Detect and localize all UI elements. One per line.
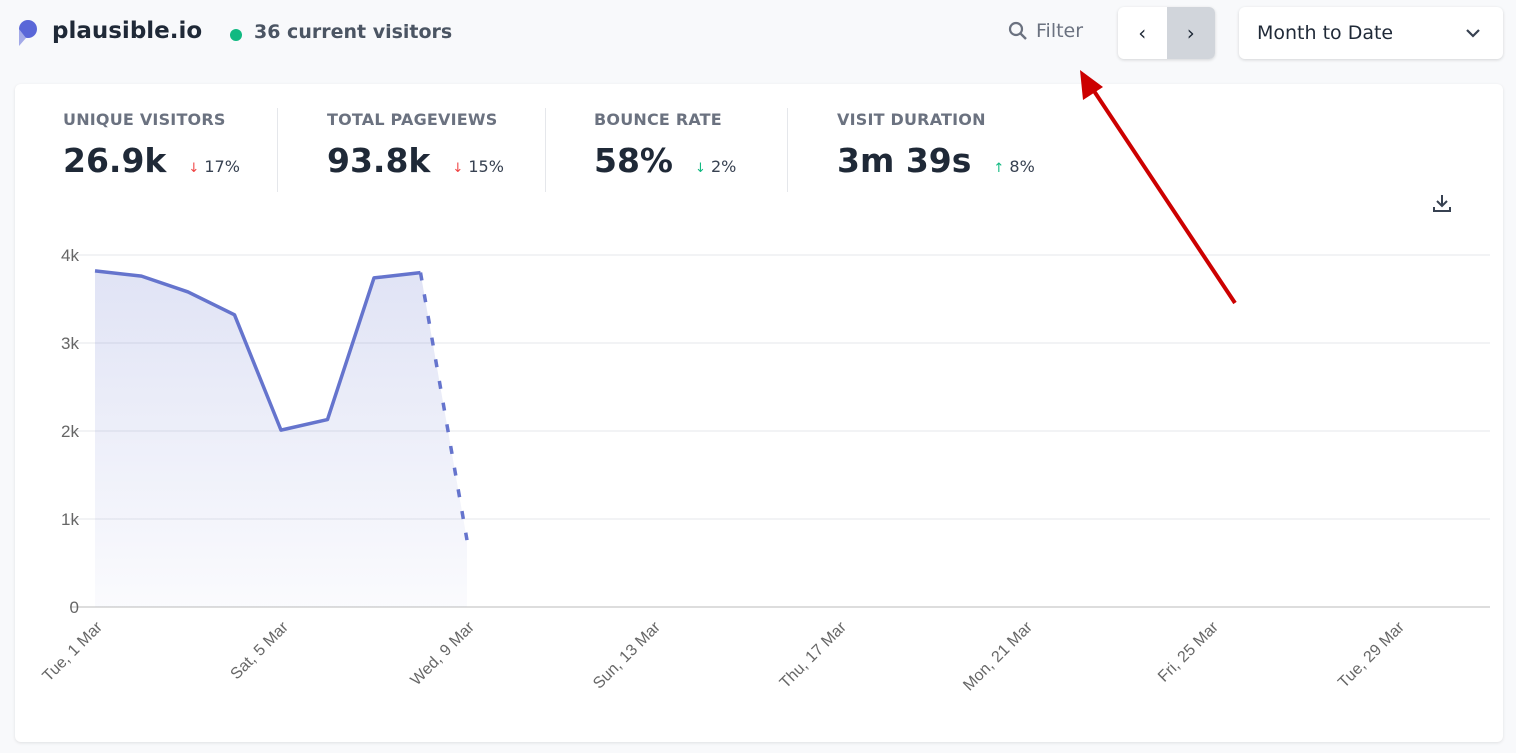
visitors-chart: 0 1k 2k 3k 4k Tue, 1 Mar Sat, 5 Mar Wed, 9 Mar S… (40, 246, 1490, 694)
y-tick-label: 0 (70, 598, 79, 617)
x-tick-label: Tue, 29 Mar (1335, 618, 1408, 691)
x-tick-label: Tue, 1 Mar (40, 618, 107, 685)
x-tick-label: Wed, 9 Mar (408, 618, 479, 689)
x-tick-label: Sat, 5 Mar (228, 618, 293, 683)
x-tick-label: Mon, 21 Mar (960, 618, 1036, 694)
y-tick-label: 2k (61, 422, 79, 441)
x-tick-label: Sun, 13 Mar (590, 618, 664, 692)
x-tick-label: Thu, 17 Mar (777, 618, 850, 691)
chart-area (95, 270, 467, 607)
x-tick-label: Fri, 25 Mar (1155, 618, 1222, 685)
y-tick-label: 3k (61, 334, 79, 353)
y-tick-label: 1k (61, 510, 79, 529)
y-tick-label: 4k (61, 246, 79, 265)
